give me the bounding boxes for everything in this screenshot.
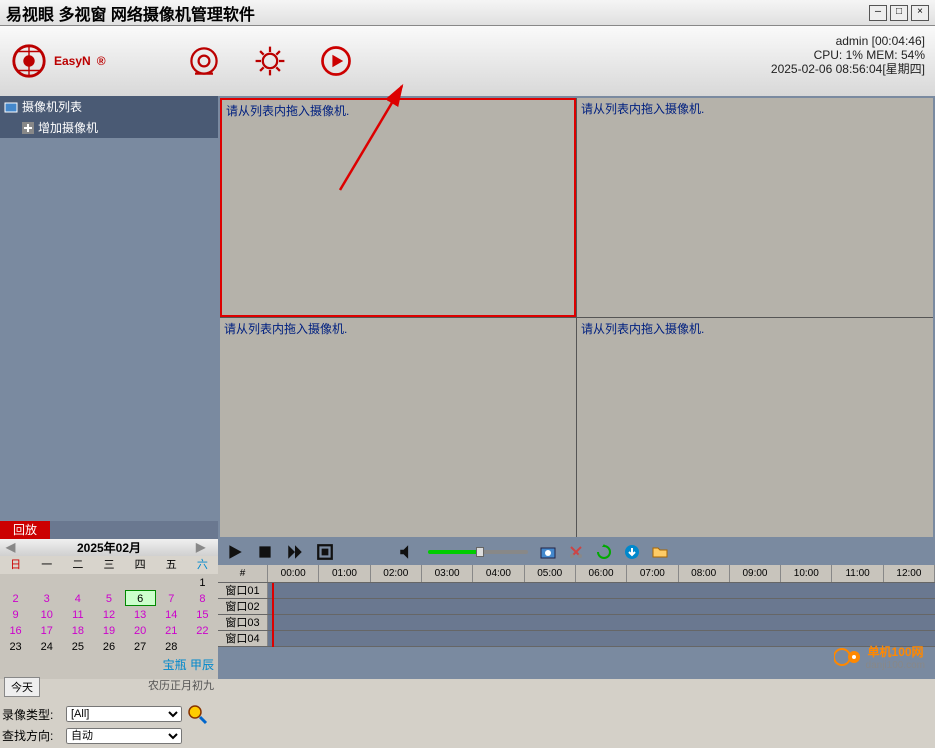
fullscreen-button[interactable] [316,543,334,561]
cal-day[interactable]: 14 [156,606,187,622]
tree-root[interactable]: 摄像机列表 [0,96,218,117]
cal-day [0,574,31,590]
video-cell-1[interactable]: 请从列表内拖入摄像机. [220,98,576,317]
cal-day[interactable]: 19 [93,622,124,638]
cal-day [156,574,187,590]
cal-day[interactable]: 2 [0,590,31,606]
cal-prev[interactable]: ◀ [6,540,22,556]
folder-icon[interactable] [652,544,668,560]
cal-day [93,574,124,590]
window-title: 易视眼 多视窗 网络摄像机管理软件 [6,1,866,25]
status-panel: admin [00:04:46] CPU: 1% MEM: 54% 2025-0… [771,34,925,76]
cal-day[interactable]: 3 [31,590,62,606]
rec-type-select[interactable]: [All] [66,706,182,722]
cal-day[interactable]: 28 [156,638,187,654]
search-dir-select[interactable]: 自动 [66,728,182,744]
cal-day[interactable]: 20 [125,622,156,638]
cal-day[interactable]: 5 [93,590,124,606]
watermark: 单机100网danji100.com [834,643,925,671]
add-camera-item[interactable]: 增加摄像机 [0,117,218,138]
cut-icon[interactable] [568,544,584,560]
cal-day [187,638,218,654]
cal-day[interactable]: 1 [187,574,218,590]
stop-button[interactable] [256,543,274,561]
timeline-row[interactable]: 窗口01 [218,583,935,599]
cal-day[interactable]: 25 [62,638,93,654]
timeline-row[interactable]: 窗口02 [218,599,935,615]
cal-day[interactable]: 8 [187,590,218,606]
camera-icon[interactable] [186,43,222,79]
cal-day[interactable]: 4 [62,590,93,606]
cal-day [62,574,93,590]
snapshot-icon[interactable] [540,544,556,560]
play-icon[interactable] [318,43,354,79]
cal-day[interactable]: 10 [31,606,62,622]
cal-day[interactable]: 18 [62,622,93,638]
cal-day[interactable]: 12 [93,606,124,622]
tab-playback[interactable]: 回放 [0,521,50,539]
app-logo: EasyN® [10,42,106,80]
next-button[interactable] [286,543,304,561]
cal-day[interactable]: 26 [93,638,124,654]
cal-day[interactable]: 23 [0,638,31,654]
cal-day[interactable]: 16 [0,622,31,638]
video-cell-2[interactable]: 请从列表内拖入摄像机. [577,98,933,317]
cal-day[interactable]: 15 [187,606,218,622]
video-grid: 请从列表内拖入摄像机. 请从列表内拖入摄像机. 请从列表内拖入摄像机. 请从列表… [220,98,933,537]
cal-day[interactable]: 22 [187,622,218,638]
cal-day[interactable]: 13 [125,606,156,622]
cal-day [31,574,62,590]
search-icon[interactable] [186,703,208,725]
close-button[interactable]: × [911,5,929,21]
lunar-date: 农历正月初九 [148,677,214,697]
timeline-row[interactable]: 窗口03 [218,615,935,631]
gear-icon[interactable] [252,43,288,79]
cal-day[interactable]: 11 [62,606,93,622]
cal-day[interactable]: 21 [156,622,187,638]
minimize-button[interactable]: — [869,5,887,21]
cal-day[interactable]: 27 [125,638,156,654]
cal-next[interactable]: ▶ [196,540,212,556]
play-button[interactable] [226,543,244,561]
timeline-marker[interactable] [272,583,274,647]
cal-day[interactable]: 6 [125,590,156,606]
cal-day[interactable]: 9 [0,606,31,622]
cal-dow: 日一二三四五六 [0,556,218,574]
search-dir-label: 查找方向: [2,727,62,744]
cal-title: 2025年02月 [77,539,141,556]
cal-day [125,574,156,590]
rec-type-label: 录像类型: [2,706,62,723]
timeline-row[interactable]: 窗口04 [218,631,935,647]
cal-day[interactable]: 17 [31,622,62,638]
refresh-icon[interactable] [596,544,612,560]
maximize-button[interactable]: □ [890,5,908,21]
cal-body: 1234567891011121314151617181920212223242… [0,574,218,654]
volume-slider[interactable] [428,550,528,554]
today-button[interactable]: 今天 [4,677,40,697]
cal-day[interactable]: 7 [156,590,187,606]
download-icon[interactable] [624,544,640,560]
volume-icon[interactable] [398,543,416,561]
cal-day[interactable]: 24 [31,638,62,654]
video-cell-4[interactable]: 请从列表内拖入摄像机. [577,318,933,537]
video-cell-3[interactable]: 请从列表内拖入摄像机. [220,318,576,537]
